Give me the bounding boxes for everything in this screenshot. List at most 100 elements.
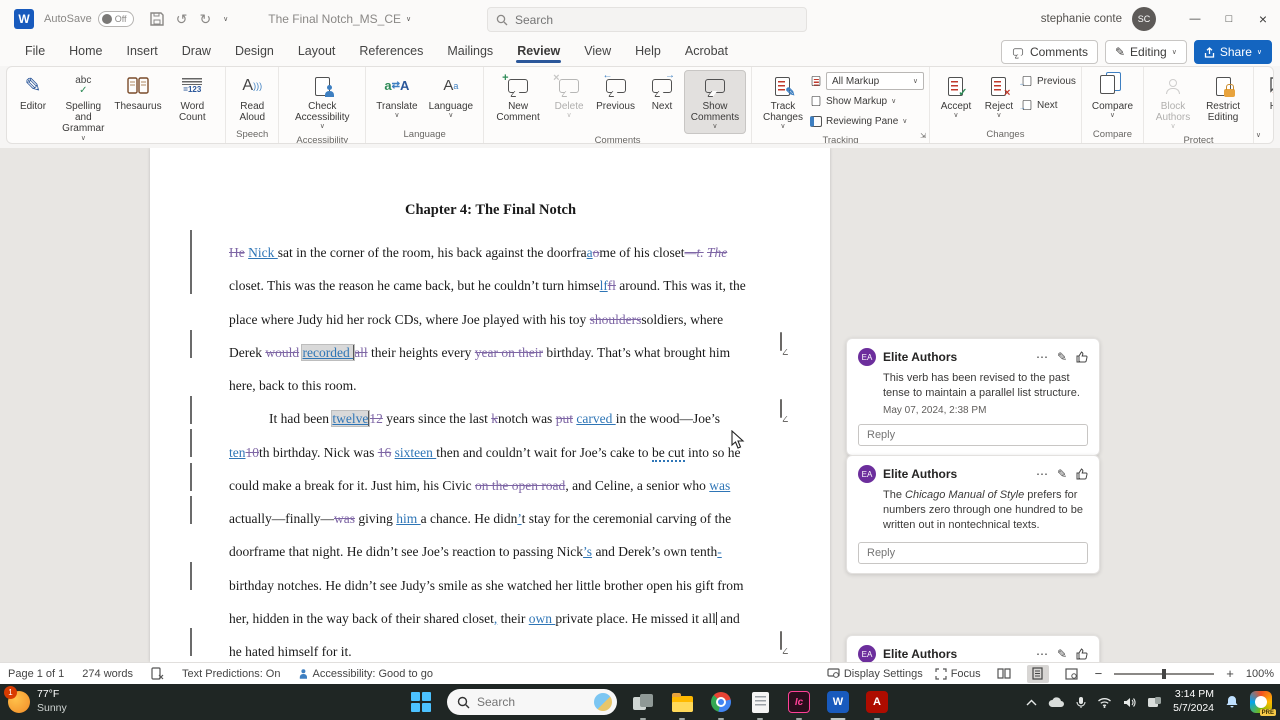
page-indicator[interactable]: Page 1 of 1	[8, 668, 64, 680]
previous-comment-button[interactable]: ← Previous	[591, 70, 640, 115]
next-comment-button[interactable]: → Next	[641, 70, 683, 115]
delete-comment-button[interactable]: × Delete ∨	[548, 70, 590, 123]
comment-more-icon[interactable]: ⋯	[1036, 467, 1048, 481]
start-button[interactable]	[408, 689, 434, 715]
undo-icon[interactable]: ↺	[176, 11, 188, 28]
comment-marker-icon[interactable]	[780, 631, 782, 650]
zoom-slider[interactable]	[1114, 668, 1215, 679]
tab-view[interactable]: View	[573, 40, 622, 64]
language-button[interactable]: Aa Language ∨	[424, 70, 479, 123]
comment-like-icon[interactable]	[1076, 468, 1088, 480]
tab-draw[interactable]: Draw	[171, 40, 222, 64]
search-highlight-image[interactable]	[594, 693, 612, 711]
wifi-icon[interactable]	[1097, 697, 1112, 708]
web-layout-button[interactable]	[1061, 665, 1083, 683]
editing-mode-button[interactable]: ✎ Editing ∨	[1104, 40, 1187, 64]
collapse-ribbon-icon[interactable]: ∨	[1256, 131, 1261, 139]
restore-button[interactable]: □	[1212, 0, 1246, 38]
redo-icon[interactable]: ↻	[199, 11, 211, 28]
tab-design[interactable]: Design	[224, 40, 285, 64]
minimize-button[interactable]: —	[1178, 0, 1212, 38]
tab-acrobat[interactable]: Acrobat	[674, 40, 739, 64]
tab-review[interactable]: Review	[506, 40, 571, 64]
word-count-status[interactable]: 274 words	[82, 668, 133, 680]
print-layout-button[interactable]	[1026, 664, 1049, 683]
customize-toolbar-icon[interactable]: ∨	[223, 15, 228, 23]
tab-file[interactable]: File	[14, 40, 56, 64]
clock[interactable]: 3:14 PM 5/7/2024	[1173, 688, 1214, 715]
document-page[interactable]: Chapter 4: The Final Notch He Nick sat i…	[150, 148, 830, 662]
spelling-grammar-button[interactable]: abc ✓ Spelling and Grammar ∨	[55, 70, 112, 143]
thesaurus-button[interactable]: Thesaurus	[113, 70, 164, 115]
comment-marker-icon[interactable]	[780, 399, 782, 418]
close-button[interactable]: ×	[1246, 0, 1280, 38]
comment-edit-icon[interactable]: ✎	[1057, 647, 1067, 661]
read-mode-button[interactable]	[993, 665, 1015, 683]
snip-icon[interactable]	[1147, 696, 1162, 708]
file-explorer-button[interactable]	[669, 689, 695, 720]
accept-button[interactable]: ✓ Accept ∨	[935, 70, 977, 123]
tab-help[interactable]: Help	[624, 40, 672, 64]
previous-change-button[interactable]: ← Previous	[1019, 72, 1076, 90]
chrome-button[interactable]	[708, 689, 734, 720]
editor-button[interactable]: ✎ Editor	[12, 70, 54, 115]
tab-mailings[interactable]: Mailings	[436, 40, 504, 64]
proofing-status-icon[interactable]	[151, 667, 164, 680]
notepad-button[interactable]	[747, 689, 773, 720]
share-button[interactable]: Share ∨	[1193, 40, 1272, 64]
restrict-editing-button[interactable]: Restrict Editing	[1198, 70, 1248, 126]
notification-bell-icon[interactable]	[1225, 695, 1239, 709]
paragraph[interactable]: He Nick sat in the corner of the room, h…	[229, 236, 752, 402]
paragraph[interactable]: It had been twelve12 years since the las…	[229, 402, 752, 662]
comment-marker-icon[interactable]	[780, 332, 782, 351]
read-aloud-button[interactable]: A))) Read Aloud	[231, 70, 273, 126]
zoom-level[interactable]: 100%	[1246, 668, 1274, 680]
reject-button[interactable]: × Reject ∨	[978, 70, 1020, 123]
display-settings-button[interactable]: Display Settings	[827, 668, 923, 680]
check-accessibility-button[interactable]: Check Accessibility ∨	[284, 70, 360, 134]
incopy-button[interactable]: Ic	[786, 689, 812, 720]
zoom-in-button[interactable]: +	[1226, 666, 1234, 681]
comment-like-icon[interactable]	[1076, 351, 1088, 363]
tab-insert[interactable]: Insert	[116, 40, 169, 64]
translate-button[interactable]: a ⇄ A Translate ∨	[371, 70, 422, 123]
compare-button[interactable]: Compare ∨	[1087, 70, 1138, 123]
comment-card[interactable]: EA Elite Authors ⋯ ✎ The Chicago Manual of S…	[846, 455, 1100, 574]
taskbar-search-input[interactable]	[477, 695, 587, 709]
comment-edit-icon[interactable]: ✎	[1057, 350, 1067, 364]
task-view-button[interactable]	[630, 689, 656, 720]
tab-references[interactable]: References	[348, 40, 434, 64]
focus-button[interactable]: Focus	[935, 668, 981, 680]
tab-layout[interactable]: Layout	[287, 40, 347, 64]
onedrive-icon[interactable]	[1048, 696, 1065, 708]
markup-select[interactable]: All Markup ∨	[825, 72, 924, 90]
app-search-box[interactable]	[487, 7, 807, 32]
word-count-button[interactable]: =123 Word Count	[164, 70, 220, 126]
copilot-icon[interactable]: PRE	[1250, 691, 1276, 716]
zoom-out-button[interactable]: −	[1095, 666, 1103, 681]
weather-widget[interactable]: 1 77°F Sunny	[4, 686, 158, 715]
tab-home[interactable]: Home	[58, 40, 113, 64]
taskbar-search[interactable]	[447, 689, 617, 715]
comment-more-icon[interactable]: ⋯	[1036, 647, 1048, 661]
new-comment-button[interactable]: + New Comment	[489, 70, 547, 126]
tray-expand-icon[interactable]	[1026, 699, 1037, 706]
text-predictions-status[interactable]: Text Predictions: On	[182, 668, 280, 680]
reviewing-pane-button[interactable]: Reviewing Pane ∨	[809, 112, 924, 130]
word-logo-icon[interactable]: W	[14, 9, 34, 29]
tracking-dialog-launcher-icon[interactable]: ⇲	[920, 132, 926, 140]
comment-like-icon[interactable]	[1076, 648, 1088, 660]
comments-button[interactable]: Comments	[1000, 40, 1098, 64]
document-title[interactable]: The Final Notch_MS_CE ∨	[268, 12, 411, 26]
search-input[interactable]	[515, 12, 798, 27]
next-change-button[interactable]: → Next	[1019, 96, 1076, 114]
avatar[interactable]: SC	[1132, 7, 1156, 31]
word-button[interactable]: W	[825, 689, 851, 720]
accessibility-status[interactable]: Accessibility: Good to go	[298, 668, 433, 680]
microphone-icon[interactable]	[1076, 696, 1086, 709]
acrobat-button[interactable]: A	[864, 689, 890, 720]
show-markup-button[interactable]: Show Markup ∨	[810, 92, 924, 110]
comment-reply-input[interactable]	[858, 541, 1088, 564]
speaker-icon[interactable]	[1123, 697, 1136, 708]
comment-edit-icon[interactable]: ✎	[1057, 467, 1067, 481]
